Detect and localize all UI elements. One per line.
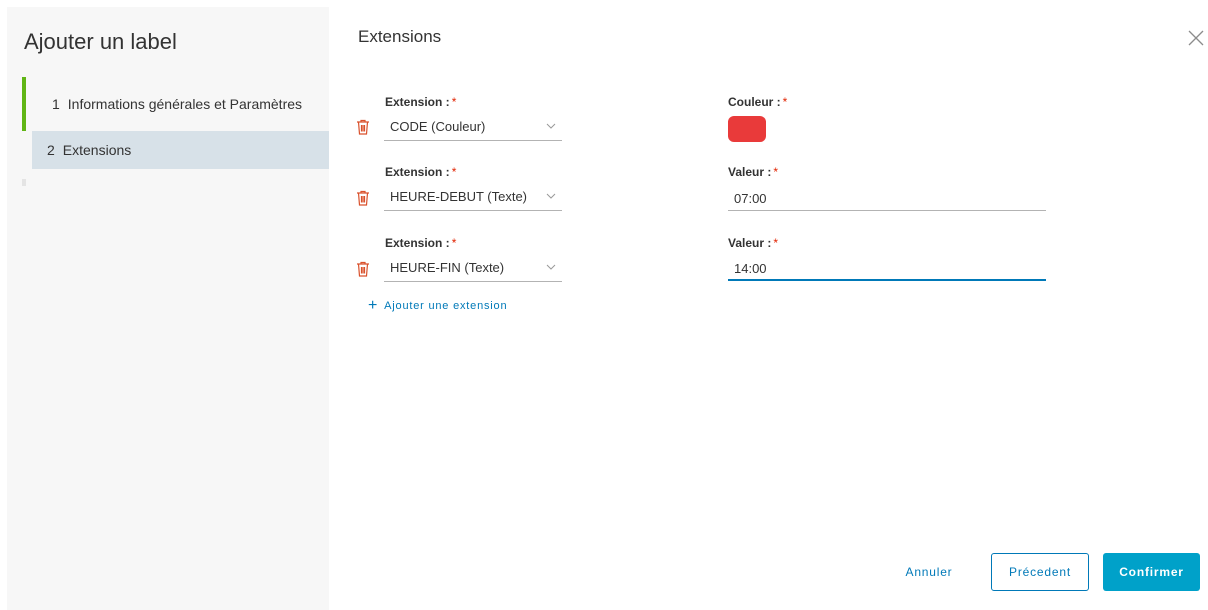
value-label: Valeur : * — [728, 165, 779, 179]
confirm-button[interactable]: Confirmer — [1103, 553, 1200, 591]
cancel-button[interactable]: Annuler — [890, 553, 968, 591]
extension-label: Extension : * — [385, 165, 457, 179]
step-number: 1 — [52, 96, 60, 112]
wizard-steps: 1 Informations générales et Paramètres 2E… — [22, 77, 329, 169]
previous-button[interactable]: Précedent — [991, 553, 1089, 591]
page-title: Extensions — [358, 27, 442, 46]
close-icon[interactable] — [1186, 28, 1206, 48]
add-extension-link[interactable]: + Ajouter une extension — [368, 297, 508, 314]
chevron-down-icon — [546, 193, 556, 199]
trash-icon[interactable] — [356, 261, 370, 277]
end-time-input[interactable] — [728, 257, 1046, 281]
trash-icon[interactable] — [356, 119, 370, 135]
step-label: Informations générales et Paramètres — [67, 96, 303, 112]
step-label: Extensions — [62, 142, 132, 158]
step-number: 2 — [47, 142, 55, 158]
color-picker-swatch[interactable] — [728, 116, 766, 142]
chevron-down-icon — [546, 264, 556, 270]
color-label: Couleur : * — [728, 95, 788, 109]
value-label: Valeur : * — [728, 236, 779, 250]
step-rail — [22, 179, 26, 186]
extension-select-value: HEURE-DEBUT (Texte) — [390, 189, 528, 204]
extension-label: Extension : * — [385, 236, 457, 250]
step-extensions[interactable]: 2 Extensions — [32, 131, 329, 169]
extension-select[interactable]: CODE (Couleur) — [384, 116, 562, 141]
extension-select-value: HEURE-FIN (Texte) — [390, 260, 505, 275]
wizard-sidebar: Ajouter un label 1 Informations générales… — [7, 7, 329, 610]
step-general-info[interactable]: 1 Informations générales et Paramètres — [22, 77, 329, 131]
trash-icon[interactable] — [356, 190, 370, 206]
extension-select-value: CODE (Couleur) — [390, 119, 486, 134]
extension-label: Extension : * — [385, 95, 457, 109]
plus-icon: + — [368, 297, 379, 314]
start-time-input[interactable] — [728, 187, 1046, 211]
extension-select[interactable]: HEURE-FIN (Texte) — [384, 257, 562, 282]
add-extension-label: Ajouter une extension — [384, 300, 508, 312]
chevron-down-icon — [546, 123, 556, 129]
modal-title: Ajouter un label — [24, 29, 177, 54]
extension-select[interactable]: HEURE-DEBUT (Texte) — [384, 186, 562, 211]
